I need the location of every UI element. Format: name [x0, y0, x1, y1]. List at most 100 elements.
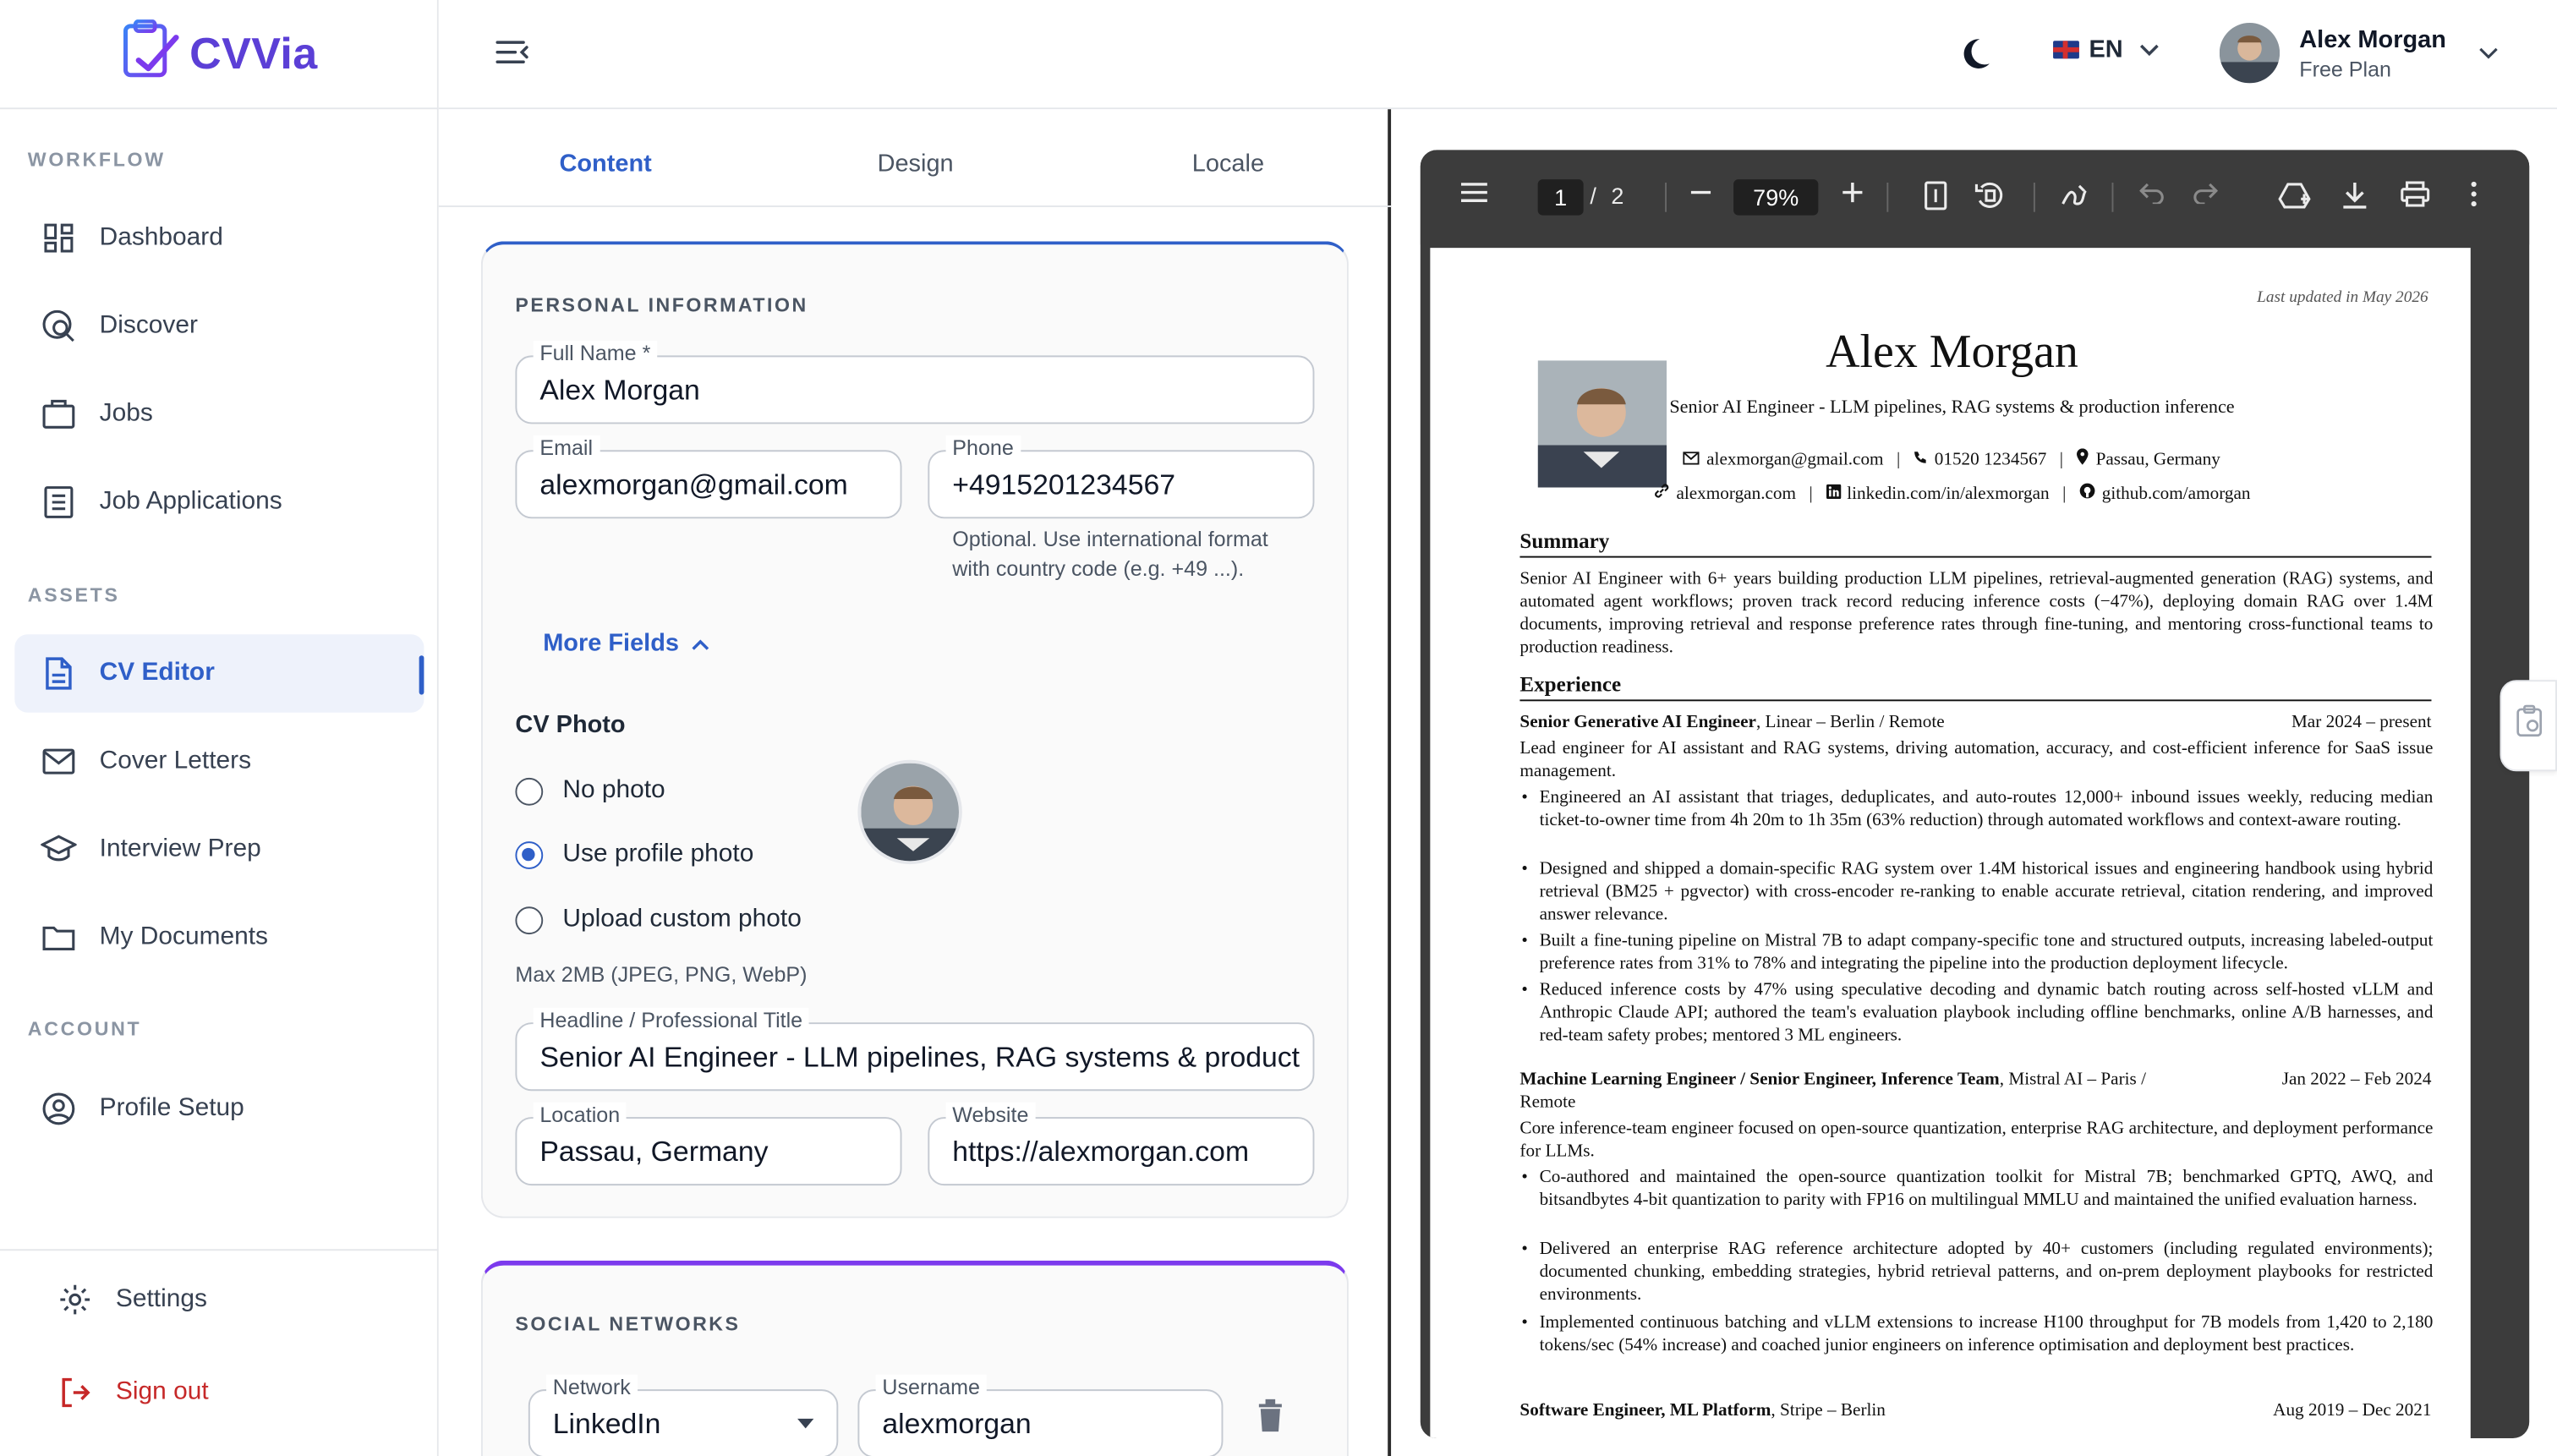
cv-linkedin[interactable]: linkedin.com/in/alexmorgan: [1826, 483, 2050, 503]
side-clipboard-tab[interactable]: [2500, 680, 2557, 772]
drive-save-icon[interactable]: [2278, 181, 2311, 211]
job-bullet: Delivered an enterprise RAG reference ar…: [1519, 1238, 2433, 1306]
redo-icon[interactable]: [2192, 181, 2218, 205]
folder-icon: [41, 920, 76, 955]
page-number-input[interactable]: 1: [1537, 179, 1584, 216]
download-icon[interactable]: [2341, 181, 2368, 211]
cv-github[interactable]: github.com/amorgan: [2079, 483, 2251, 504]
radio-button[interactable]: [515, 906, 544, 934]
cv-website-text: alexmorgan.com: [1676, 483, 1797, 503]
cv-email-text: alexmorgan@gmail.com: [1706, 449, 1884, 469]
field-label: Full Name *: [533, 341, 658, 367]
network-select[interactable]: Network: [528, 1374, 839, 1456]
toolbar-divider: [1665, 182, 1667, 212]
sign-out-button[interactable]: Sign out: [31, 1354, 441, 1432]
annotate-icon[interactable]: [2060, 181, 2089, 211]
sidebar-item-job-applications[interactable]: Job Applications: [14, 463, 424, 542]
topbar: EN Alex Morgan Free Plan: [438, 0, 2557, 110]
cv-location: Passau, Germany: [2076, 448, 2220, 469]
sidebar-item-interview-prep[interactable]: Interview Prep: [14, 810, 424, 889]
email-field[interactable]: Email: [515, 435, 902, 519]
cv-github-text: github.com/amorgan: [2101, 483, 2251, 503]
sidebar-item-cover-letters[interactable]: Cover Letters: [14, 722, 424, 801]
headline-field[interactable]: Headline / Professional Title: [515, 1007, 1315, 1092]
rotate-icon[interactable]: [1974, 181, 2004, 211]
job-description: Lead engineer for AI assistant and RAG s…: [1519, 738, 2434, 781]
user-circle-icon: [41, 1091, 76, 1126]
website-input[interactable]: [952, 1135, 1300, 1169]
radio-label: Upload custom photo: [562, 905, 802, 933]
fit-page-icon[interactable]: [1925, 181, 1947, 211]
job-role: Senior Generative AI Engineer: [1519, 712, 1756, 732]
card-title: PERSONAL INFORMATION: [515, 293, 808, 317]
job-bullet: Engineered an AI assistant that triages,…: [1519, 786, 2433, 832]
cv-email[interactable]: alexmorgan@gmail.com: [1684, 449, 1884, 469]
tab-content[interactable]: Content: [559, 150, 651, 178]
radio-use-profile-photo[interactable]: Use profile photo: [515, 840, 753, 869]
field-label: Website: [945, 1102, 1036, 1129]
network-select-value[interactable]: [552, 1407, 824, 1442]
brand-logo[interactable]: CVVia: [0, 0, 439, 110]
print-icon[interactable]: [2401, 181, 2430, 207]
tab-locale[interactable]: Locale: [1192, 150, 1264, 178]
summary-text: Senior AI Engineer with 6+ years buildin…: [1519, 569, 2434, 658]
settings-label: Settings: [115, 1284, 207, 1313]
cv-linkedin-text: linkedin.com/in/alexmorgan: [1847, 483, 2050, 503]
sidebar-item-discover[interactable]: Discover: [14, 287, 424, 365]
radio-no-photo[interactable]: No photo: [515, 776, 665, 806]
cv-phone: 01520 1234567: [1914, 449, 2046, 468]
radio-upload-custom-photo[interactable]: Upload custom photo: [515, 905, 802, 934]
photo-size-note: Max 2MB (JPEG, PNG, WebP): [515, 961, 808, 987]
more-fields-toggle[interactable]: More Fields: [543, 629, 709, 657]
radio-button[interactable]: [515, 776, 544, 805]
tab-design[interactable]: Design: [878, 150, 954, 178]
sidebar-item-my-documents[interactable]: My Documents: [14, 899, 424, 977]
username-field[interactable]: Username: [857, 1374, 1224, 1456]
job-header: Machine Learning Engineer / Senior Engin…: [1519, 1068, 2431, 1114]
chevron-down-icon: [2139, 36, 2159, 63]
job-company-cont: Remote: [1519, 1092, 1576, 1113]
zoom-out-icon[interactable]: [1689, 181, 1712, 204]
discover-icon: [41, 308, 76, 343]
sidebar-item-cv-editor[interactable]: CV Editor: [14, 634, 424, 713]
trash-icon[interactable]: [1256, 1399, 1289, 1435]
zoom-in-icon[interactable]: [1841, 181, 1864, 204]
cv-contact-line-1: alexmorgan@gmail.com | 01520 1234567 | P…: [1430, 448, 2470, 469]
phone-field[interactable]: Phone: [928, 435, 1315, 519]
editor-tabs: Content Design Locale: [438, 109, 1392, 207]
cv-editor-panel: Content Design Locale PERSONAL INFORMATI…: [438, 109, 1392, 1456]
radio-button-selected[interactable]: [515, 840, 544, 868]
more-options-icon[interactable]: [2471, 181, 2478, 207]
username-input[interactable]: [882, 1407, 1209, 1442]
sidebar-item-jobs[interactable]: Jobs: [14, 375, 424, 454]
location-field[interactable]: Location: [515, 1102, 902, 1186]
full-name-field[interactable]: Full Name *: [515, 341, 1315, 424]
headline-input[interactable]: [539, 1040, 1300, 1075]
settings-button[interactable]: Settings: [31, 1261, 441, 1339]
hamburger-menu-icon[interactable]: [1459, 181, 1489, 204]
field-label: Location: [533, 1102, 627, 1129]
language-selector[interactable]: EN: [2053, 36, 2159, 63]
zoom-level[interactable]: 79%: [1733, 179, 1819, 216]
sidebar-item-profile-setup[interactable]: Profile Setup: [14, 1070, 424, 1148]
mail-icon: [41, 743, 76, 779]
gear-icon: [57, 1282, 92, 1317]
job-dates: Aug 2019 – Dec 2021: [2273, 1400, 2432, 1420]
cv-website[interactable]: alexmorgan.com: [1653, 483, 1796, 504]
avatar: [2219, 22, 2280, 84]
undo-icon[interactable]: [2139, 181, 2166, 205]
dark-mode-toggle-icon[interactable]: [1955, 34, 1997, 76]
email-input[interactable]: [539, 468, 888, 502]
full-name-input[interactable]: [539, 373, 1300, 408]
section-title-account: ACCOUNT: [27, 1017, 142, 1041]
phone-input[interactable]: [952, 468, 1300, 502]
phone-hint-line: Optional. Use international format: [952, 526, 1268, 551]
website-field[interactable]: Website: [928, 1102, 1315, 1186]
user-menu[interactable]: Alex Morgan Free Plan: [2219, 22, 2499, 84]
separator: |: [2059, 449, 2064, 469]
collapse-menu-icon[interactable]: [494, 36, 533, 74]
job-bullet: Designed and shipped a domain-specific R…: [1519, 857, 2433, 926]
sidebar-item-dashboard[interactable]: Dashboard: [14, 199, 424, 277]
sidebar-item-label: Interview Prep: [99, 835, 261, 863]
location-input[interactable]: [539, 1135, 888, 1169]
